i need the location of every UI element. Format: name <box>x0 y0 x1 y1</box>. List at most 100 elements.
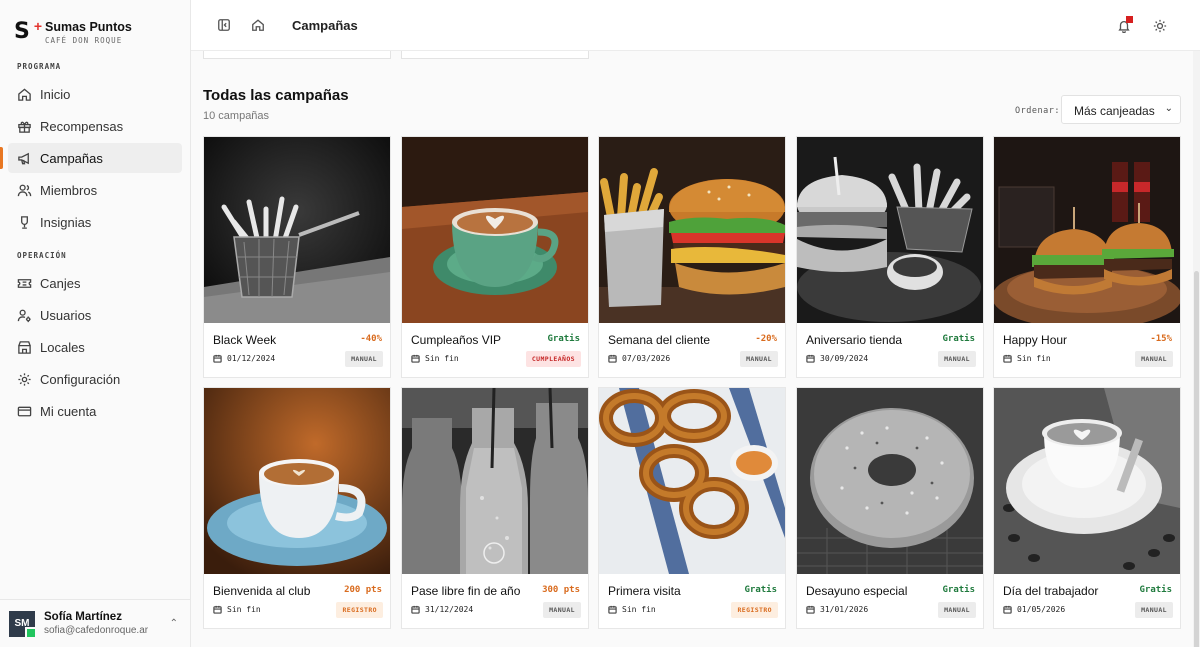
sidebar-item-label: Usuarios <box>40 307 92 323</box>
sidebar-item-campanas[interactable]: Campañas <box>0 143 182 173</box>
sort-select-value: Más canjeadas <box>1074 104 1155 118</box>
sidebar-item-inicio[interactable]: Inicio <box>8 79 182 109</box>
campaign-date: 01/05/2026 <box>1003 605 1065 614</box>
sidebar-toggle-button[interactable] <box>208 9 240 41</box>
sidebar-item-locales[interactable]: Locales <box>8 332 182 362</box>
calendar-icon <box>806 354 815 363</box>
campaign-title: Día del trabajador <box>1003 584 1099 598</box>
sidebar-item-label: Mi cuenta <box>40 403 97 419</box>
calendar-icon <box>213 354 227 363</box>
calendar-icon <box>411 354 420 363</box>
campaign-photo <box>402 388 588 574</box>
campaign-value: Gratis <box>942 585 975 595</box>
campaign-value: -20% <box>755 334 777 344</box>
sidebar-item-label: Configuración <box>40 371 121 387</box>
campaign-photo <box>994 137 1180 323</box>
campaign-value: -40% <box>360 334 382 344</box>
campaign-title: Black Week <box>213 333 277 347</box>
campaign-photo <box>994 388 1180 574</box>
sidebar-item-recompensas[interactable]: Recompensas <box>8 111 182 141</box>
calendar-icon <box>213 605 227 614</box>
campaign-date-text: 07/03/2026 <box>622 354 671 363</box>
sidebar-item-label: Canjes <box>40 275 81 291</box>
avatar: SM <box>9 610 37 639</box>
campaign-date-text: Sin fin <box>622 605 656 614</box>
section-heading: Todas las campañas <box>203 87 349 104</box>
sidebar-item-label: Campañas <box>40 150 103 166</box>
campaign-card[interactable]: Black Week -40% 01/12/2024 MANUAL <box>203 136 391 378</box>
theme-toggle-button[interactable] <box>1144 10 1176 42</box>
campaign-date: 31/12/2024 <box>411 605 473 614</box>
calendar-icon <box>1003 354 1012 363</box>
sun-icon <box>1153 19 1167 33</box>
campaign-card[interactable]: Cumpleaños VIP Gratis Sin fin CUMPLEAÑOS <box>401 136 589 378</box>
calendar-icon <box>1003 605 1012 614</box>
sort-select[interactable]: Más canjeadas ⌄ <box>1061 95 1181 124</box>
campaign-badge: MANUAL <box>740 351 778 367</box>
sidebar-item-label: Locales <box>40 339 85 355</box>
scrollbar[interactable] <box>1193 51 1200 647</box>
campaign-card[interactable]: Pase libre fin de año 300 pts 31/12/2024 MA… <box>401 387 589 629</box>
campaign-card[interactable]: Semana del cliente -20% 07/03/2026 MANUAL <box>598 136 786 378</box>
sidebar-item-mi-cuenta[interactable]: Mi cuenta <box>8 396 182 426</box>
campaign-badge: MANUAL <box>543 602 581 618</box>
trophy-icon <box>17 215 32 230</box>
previous-card-stub <box>401 51 589 59</box>
sidebar-item-configuracion[interactable]: Configuración <box>8 364 182 394</box>
sidebar-item-insignias[interactable]: Insignias <box>8 207 182 237</box>
campaign-value: Gratis <box>744 585 777 595</box>
brand-subtitle: CAFÉ DON ROQUE <box>45 35 123 45</box>
campaign-card[interactable]: Día del trabajador Gratis 01/05/2026 MANUAL <box>993 387 1181 629</box>
scrollbar-thumb[interactable] <box>1194 271 1199 647</box>
campaign-date: 01/12/2024 <box>213 354 275 363</box>
campaign-date: Sin fin <box>411 354 459 363</box>
campaign-title: Bienvenida al club <box>213 584 311 598</box>
topbar: Campañas <box>191 0 1200 51</box>
campaign-value: Gratis <box>1139 585 1172 595</box>
chevron-down-icon: ⌄ <box>1164 103 1173 114</box>
campaign-date: 31/01/2026 <box>806 605 868 614</box>
campaign-date-text: Sin fin <box>227 605 261 614</box>
sidebar-item-usuarios[interactable]: Usuarios <box>8 300 182 330</box>
sort-label: Ordenar: <box>1015 106 1060 116</box>
campaign-date: Sin fin <box>1003 354 1051 363</box>
calendar-icon <box>806 605 815 614</box>
sidebar-item-miembros[interactable]: Miembros <box>8 175 182 205</box>
campaign-card[interactable]: Aniversario tienda Gratis 30/09/2024 MANUAL <box>796 136 984 378</box>
brand-name: Sumas Puntos <box>45 19 132 34</box>
sidebar-item-label: Recompensas <box>40 118 124 134</box>
campaign-card[interactable]: Happy Hour -15% Sin fin MANUAL <box>993 136 1181 378</box>
user-email: sofia@cafedonroque.ar <box>44 625 149 636</box>
notification-dot <box>1126 16 1133 23</box>
user-cog-icon <box>17 308 32 323</box>
calendar-icon <box>806 605 820 614</box>
campaign-value: -15% <box>1150 334 1172 344</box>
sidebar-item-label: Miembros <box>40 182 98 198</box>
campaign-card[interactable]: Bienvenida al club 200 pts Sin fin REGISTRO <box>203 387 391 629</box>
sidebar-item-canjes[interactable]: Canjes <box>8 268 182 298</box>
campaign-date-text: Sin fin <box>425 354 459 363</box>
home-button[interactable] <box>242 9 274 41</box>
campaign-photo <box>797 388 983 574</box>
campaign-badge: MANUAL <box>345 351 383 367</box>
campaign-badge: REGISTRO <box>731 602 778 618</box>
campaign-photo <box>797 137 983 323</box>
campaign-badge: REGISTRO <box>336 602 383 618</box>
chevron-up-icon[interactable]: ⌃ <box>170 618 178 629</box>
calendar-icon <box>608 605 622 614</box>
campaign-date: 07/03/2026 <box>608 354 670 363</box>
calendar-icon <box>608 605 617 614</box>
notifications-button[interactable] <box>1108 10 1140 42</box>
campaign-title: Aniversario tienda <box>806 333 903 347</box>
store-icon <box>17 340 32 355</box>
campaign-date-text: 30/09/2024 <box>820 354 869 363</box>
campaign-card[interactable]: Primera visita Gratis Sin fin REGISTRO <box>598 387 786 629</box>
campaign-photo <box>599 388 785 574</box>
calendar-icon <box>608 354 622 363</box>
user-menu[interactable]: SM Sofía Martínez sofia@cafedonroque.ar … <box>0 599 190 647</box>
campaign-card[interactable]: Desayuno especial Gratis 31/01/2026 MANUAL <box>796 387 984 629</box>
campaign-badge: CUMPLEAÑOS <box>525 351 581 367</box>
brand[interactable]: S + Sumas Puntos CAFÉ DON ROQUE <box>0 0 190 50</box>
section-label-programa: PROGRAMA <box>17 62 62 71</box>
campaign-title: Pase libre fin de año <box>411 584 521 598</box>
